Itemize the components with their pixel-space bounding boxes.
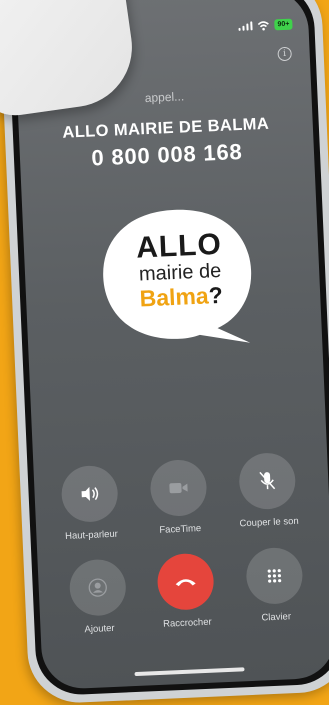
hang-up-icon [173,575,198,588]
keypad-icon [266,568,283,585]
mute-label: Couper le son [229,515,309,529]
keypad-button[interactable]: Clavier [233,546,316,624]
end-call-label: Raccrocher [147,616,227,630]
signal-icon [238,21,252,31]
battery-indicator: 90+ [274,19,292,31]
add-person-icon [87,577,108,598]
microphone-mute-icon [259,471,276,492]
speaker-label: Haut-parleur [51,528,131,542]
end-call-button[interactable]: Raccrocher [144,552,227,630]
video-camera-icon [168,481,189,496]
speaker-icon [79,485,100,502]
add-call-button[interactable]: Ajouter [57,558,140,636]
status-bar: 90+ [238,19,292,32]
keypad-label: Clavier [236,610,316,624]
facetime-button[interactable]: FaceTime [137,458,220,536]
facetime-label: FaceTime [140,522,220,536]
call-controls: Haut-parleur FaceTime [34,455,328,468]
speaker-button[interactable]: Haut-parleur [48,464,131,542]
add-call-label: Ajouter [59,622,139,636]
wifi-icon [257,20,269,31]
mute-button[interactable]: Couper le son [226,451,309,529]
info-icon[interactable]: i [277,47,292,62]
home-indicator[interactable] [134,667,244,676]
logo-wordmark: ALLO mairie de Balma? [113,229,246,313]
caller-logo: ALLO mairie de Balma? [94,200,260,355]
